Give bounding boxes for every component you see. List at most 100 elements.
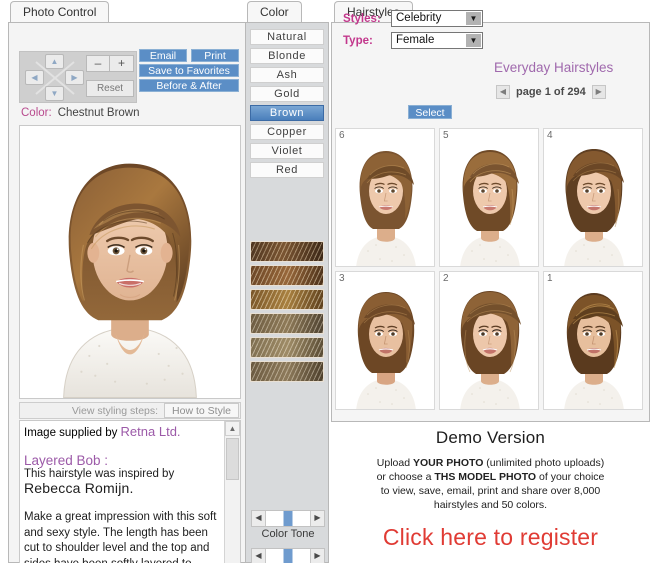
thumbnail-number: 4 [547, 130, 553, 141]
hairstyle-description-text: Image supplied by Retna Ltd. Layered Bob… [24, 424, 222, 563]
color-item-brown[interactable]: Brown [250, 105, 324, 121]
thumbnail-portrait-5 [440, 129, 538, 266]
demo-line1-a: Upload [376, 457, 413, 469]
hairstyle-thumbnail[interactable]: 2 [439, 271, 539, 410]
thumbnail-portrait-4 [544, 129, 642, 266]
hairstyle-title: Layered Bob : [24, 453, 109, 468]
color-item-gold[interactable]: Gold [250, 86, 324, 102]
save-to-favorites-button[interactable]: Save to Favorites [139, 64, 239, 77]
brightness-slider-group: ◀ ▶ Brightness [251, 548, 325, 563]
image-credit-line: Image supplied by Retna Ltd. [24, 424, 222, 439]
page-indicator: page 1 of 294 [516, 86, 586, 98]
reset-button[interactable]: Reset [86, 80, 134, 97]
email-print-row: Email Print [139, 49, 239, 62]
page-prev-button[interactable]: ◀ [496, 85, 510, 99]
thumbnail-portrait-3 [336, 272, 434, 409]
color-tone-knob[interactable] [283, 511, 293, 526]
swatch-1[interactable] [250, 241, 324, 262]
pan-left-button[interactable]: ◀ [25, 70, 44, 85]
type-label: Type: [343, 34, 373, 47]
type-row: Type: Female ▼ [343, 32, 483, 49]
current-color-label: Color: [21, 107, 52, 119]
color-item-red[interactable]: Red [250, 162, 324, 178]
hairstyle-description-box: Image supplied by Retna Ltd. Layered Bob… [19, 420, 241, 563]
styles-select[interactable]: Celebrity ▼ [391, 10, 483, 27]
hairstyle-thumbnail[interactable]: 6 [335, 128, 435, 267]
color-tone-slider[interactable]: ◀ ▶ [251, 510, 325, 527]
zoom-out-button[interactable]: – [86, 55, 110, 72]
hairstyle-thumbnail[interactable]: 4 [543, 128, 643, 267]
demo-line3: to view, save, email, print and share ov… [380, 485, 601, 497]
chevron-down-icon[interactable]: ▼ [466, 34, 481, 47]
swatch-2[interactable] [250, 265, 324, 286]
thumbnail-portrait-6 [336, 129, 434, 266]
styling-steps-label: View styling steps: [71, 404, 159, 417]
brightness-track[interactable] [266, 549, 310, 563]
tab-color[interactable]: Color [247, 1, 302, 23]
hairstyle-thumbnail[interactable]: 1 [543, 271, 643, 410]
swatch-6[interactable] [250, 361, 324, 382]
current-color-value: Chestnut Brown [57, 107, 140, 119]
scrollbar-thumb[interactable] [226, 438, 239, 480]
tab-photo-control[interactable]: Photo Control [10, 1, 110, 23]
register-link[interactable]: Click here to register [331, 524, 650, 551]
type-select-value: Female [396, 34, 435, 46]
color-item-copper[interactable]: Copper [250, 124, 324, 140]
brightness-increase-icon[interactable]: ▶ [310, 549, 324, 563]
hairstyle-thumbnail[interactable]: 3 [335, 271, 435, 410]
before-after-button[interactable]: Before & After [139, 79, 239, 92]
thumbnail-number: 2 [443, 273, 449, 284]
color-tone-slider-group: ◀ ▶ Color Tone [251, 510, 325, 540]
print-button[interactable]: Print [191, 49, 239, 62]
select-button[interactable]: Select [408, 105, 452, 119]
brightness-slider[interactable]: ◀ ▶ [251, 548, 325, 563]
color-tone-increase-icon[interactable]: ▶ [310, 511, 324, 526]
photo-action-buttons: Email Print Save to Favorites Before & A… [139, 49, 239, 94]
swatch-5[interactable] [250, 337, 324, 358]
thumbnail-number: 5 [443, 130, 449, 141]
email-button[interactable]: Email [139, 49, 187, 62]
demo-line2-a: or choose a [376, 471, 435, 483]
color-tone-decrease-icon[interactable]: ◀ [252, 511, 266, 526]
pan-right-button[interactable]: ▶ [65, 70, 84, 85]
color-item-ash[interactable]: Ash [250, 67, 324, 83]
how-to-style-button[interactable]: How to Style [164, 403, 239, 418]
hairstyle-celebrity-name: Rebecca Romijn. [24, 480, 134, 496]
description-scrollbar[interactable]: ▲ ▼ [224, 421, 240, 563]
image-credit-prefix: Image supplied by [24, 427, 121, 439]
thumbnail-number: 1 [547, 273, 553, 284]
chevron-down-icon[interactable]: ▼ [466, 12, 481, 25]
demo-version-title: Demo Version [435, 428, 546, 447]
hairstyle-filter-form: Styles: Celebrity ▼ Type: Female ▼ [343, 10, 483, 54]
color-item-natural[interactable]: Natural [250, 29, 324, 45]
main-photo-viewport[interactable] [19, 125, 241, 399]
styles-row: Styles: Celebrity ▼ [343, 10, 483, 27]
hairstyle-description-body: Make a great impression with this soft a… [24, 511, 217, 563]
scroll-up-arrow-icon[interactable]: ▲ [225, 421, 240, 436]
demo-version-description: Upload YOUR PHOTO (unlimited photo uploa… [331, 456, 650, 512]
demo-line2-b: THS MODEL PHOTO [434, 471, 537, 483]
thumbnail-portrait-2 [440, 272, 538, 409]
photo-control-body: ▲ ◀ ▶ ▼ – + Reset Email Print Save to Fa… [8, 22, 247, 563]
color-item-violet[interactable]: Violet [250, 143, 324, 159]
photo-control-panel: Photo Control ▲ ◀ ▶ ▼ – + Reset Email Pr… [4, 0, 247, 563]
demo-line1-b: YOUR PHOTO [412, 457, 484, 469]
color-tone-label: Color Tone [261, 528, 315, 540]
type-select[interactable]: Female ▼ [391, 32, 483, 49]
color-tone-track[interactable] [266, 511, 310, 526]
color-tabstrip: Color [247, 1, 302, 23]
pan-up-button[interactable]: ▲ [45, 54, 64, 69]
styling-steps-row: View styling steps: How to Style [19, 402, 241, 419]
brightness-knob[interactable] [283, 549, 293, 563]
thumbnail-number: 3 [339, 273, 345, 284]
swatch-3[interactable] [250, 289, 324, 310]
color-item-blonde[interactable]: Blonde [250, 48, 324, 64]
photo-control-tabstrip: Photo Control [10, 1, 110, 23]
pan-down-button[interactable]: ▼ [45, 86, 64, 101]
brightness-decrease-icon[interactable]: ◀ [252, 549, 266, 563]
zoom-in-button[interactable]: + [110, 55, 134, 72]
hairstyle-thumbnail[interactable]: 5 [439, 128, 539, 267]
page-next-button[interactable]: ▶ [591, 85, 606, 99]
swatch-4[interactable] [250, 313, 324, 334]
demo-line1-c: (unlimited photo uploads) [483, 457, 605, 469]
